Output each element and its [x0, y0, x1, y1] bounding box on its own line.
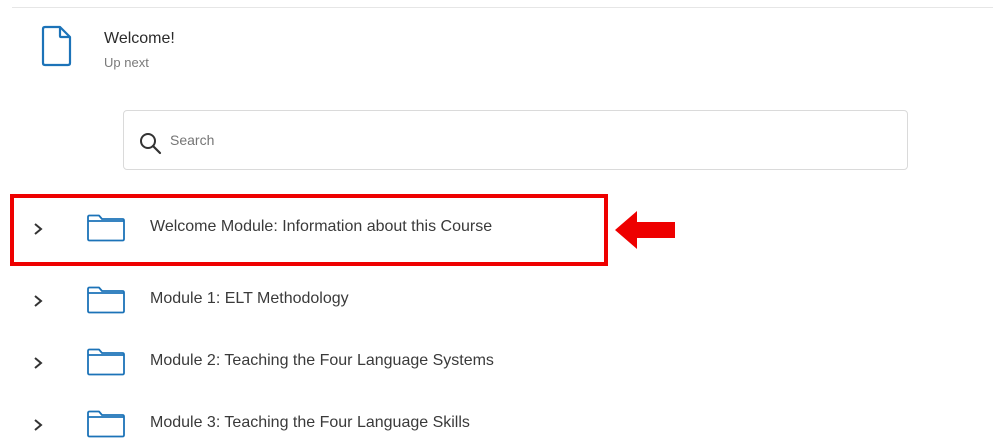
chevron-right-icon[interactable]: [32, 222, 44, 236]
up-next-title[interactable]: Welcome!: [104, 30, 175, 48]
folder-icon: [87, 214, 125, 242]
chevron-right-icon[interactable]: [32, 356, 44, 370]
module-title[interactable]: Welcome Module: Information about this C…: [150, 218, 492, 236]
arrow-left-icon: [615, 211, 675, 249]
up-next-item[interactable]: Welcome! Up next: [40, 24, 440, 74]
document-icon: [41, 25, 72, 67]
chevron-right-icon[interactable]: [32, 418, 44, 432]
module-row-3[interactable]: Module 3: Teaching the Four Language Ski…: [0, 392, 640, 442]
module-title[interactable]: Module 2: Teaching the Four Language Sys…: [150, 352, 494, 370]
search-box[interactable]: [123, 110, 908, 170]
page: Welcome! Up next Welcome Module: Informa…: [0, 0, 993, 442]
search-icon: [140, 133, 162, 155]
module-row-welcome[interactable]: Welcome Module: Information about this C…: [0, 196, 640, 256]
folder-icon: [87, 410, 125, 438]
folder-icon: [87, 286, 125, 314]
up-next-label: Up next: [104, 55, 149, 70]
search-input[interactable]: [170, 128, 870, 152]
module-title[interactable]: Module 1: ELT Methodology: [150, 290, 349, 308]
module-row-2[interactable]: Module 2: Teaching the Four Language Sys…: [0, 330, 640, 390]
top-divider: [12, 7, 993, 8]
folder-icon: [87, 348, 125, 376]
chevron-right-icon[interactable]: [32, 294, 44, 308]
module-row-1[interactable]: Module 1: ELT Methodology: [0, 268, 640, 328]
module-title[interactable]: Module 3: Teaching the Four Language Ski…: [150, 414, 470, 432]
